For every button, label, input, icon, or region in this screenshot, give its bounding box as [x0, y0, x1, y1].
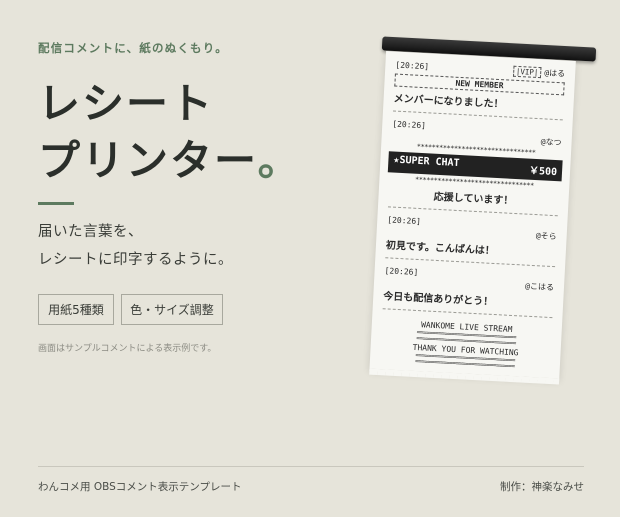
sample-note: 画面はサンプルコメントによる表示例です。: [38, 344, 217, 354]
receipt-message-member: [20:26] |VIP| @はる NEW MEMBER メンバーになりました！: [392, 60, 566, 121]
message-time: [20:26]: [384, 266, 419, 278]
title-line-2: プリンター: [38, 136, 258, 185]
page-title: レシート プリンター。: [38, 75, 302, 189]
feature-color-size: 色・サイズ調整: [121, 294, 223, 325]
superchat-amount: ￥500: [528, 165, 558, 179]
message-user: @そら: [535, 231, 557, 242]
receipt-message-3: [20:26] @そら 初見です。こんばんは！: [385, 215, 557, 268]
tagline: 配信コメントに、紙のぬくもり。: [38, 41, 228, 55]
title-line-1: レシート: [38, 79, 215, 128]
receipt-paper: [20:26] |VIP| @はる NEW MEMBER メンバーになりました！ …: [369, 51, 576, 379]
message-user: @なつ: [540, 137, 562, 148]
message-time: [20:26]: [395, 60, 430, 72]
footer-credit: 制作：神楽なみせ: [500, 481, 584, 493]
superchat-label: ★SUPER CHAT: [393, 154, 460, 170]
message-user: @はる: [544, 68, 566, 79]
title-dot: 。: [257, 136, 302, 185]
receipt-message-superchat: [20:26] @なつ ****************************…: [387, 119, 563, 217]
description-line-2: レシートに印字するように。: [38, 252, 233, 268]
footer-divider: [38, 466, 584, 467]
description: 届いた言葉を、 レシートに印字するように。: [38, 218, 233, 274]
message-user: @こはる: [524, 281, 555, 293]
receipt-footer: WANKOME LIVE STREAM ====================…: [380, 317, 552, 372]
footer-product-name: わんコメ用 OBSコメント表示テンプレート: [38, 481, 242, 493]
accent-divider: [38, 202, 74, 205]
message-time: [20:26]: [387, 215, 422, 227]
receipt-message-4: [20:26] @こはる 今日も配信ありがとう！: [382, 266, 555, 319]
vip-badge: |VIP|: [512, 65, 542, 79]
message-time: [20:26]: [392, 119, 427, 131]
description-line-1: 届いた言葉を、: [38, 224, 143, 240]
feature-paper-types: 用紙5種類: [38, 294, 114, 325]
